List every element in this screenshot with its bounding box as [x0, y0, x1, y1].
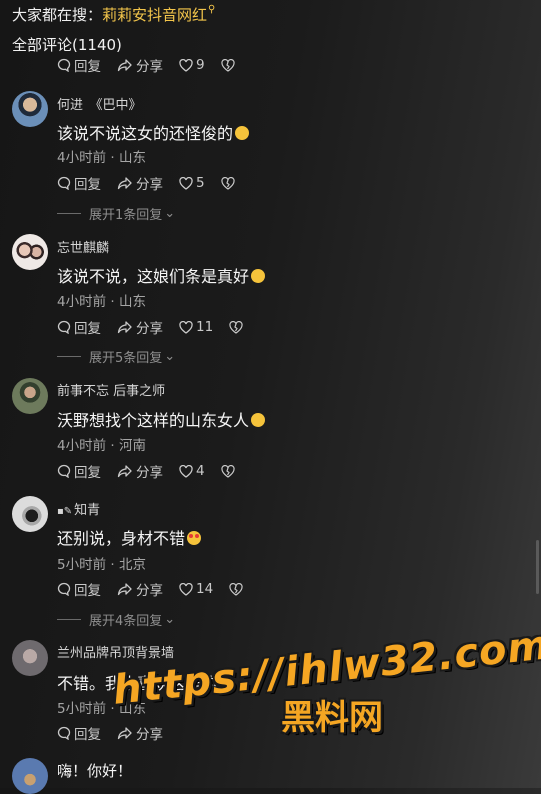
like-button[interactable]: 11	[179, 319, 213, 335]
expand-replies-button[interactable]: 展开1条回复 ⌄	[57, 204, 175, 223]
broken-heart-icon	[220, 464, 235, 478]
comment-text: 该说不说，这娘们条是真好	[57, 263, 266, 287]
like-button[interactable]: 9	[179, 57, 205, 73]
comment-author[interactable]: ▪✎ 知青	[57, 499, 100, 518]
comment-meta: 4小时前 · 山东	[57, 294, 146, 310]
comment-text: 还别说，身材不错	[57, 525, 202, 549]
avatar[interactable]	[12, 91, 48, 127]
watermark: https://ihlw32.com 黑料网	[111, 622, 541, 739]
heart-icon	[179, 582, 193, 596]
share-button[interactable]: 分享	[117, 461, 163, 481]
comment-actions: 回复 分享 11	[57, 316, 246, 338]
reply-button[interactable]: 回复	[57, 173, 101, 193]
dislike-button[interactable]	[220, 176, 238, 190]
share-icon	[117, 321, 132, 334]
heart-icon	[179, 464, 193, 478]
expand-replies-button[interactable]: 展开4条回复 ⌄	[57, 610, 175, 629]
comment-text: 该说不说这女的还怪俊的	[57, 120, 250, 144]
heart-icon	[179, 320, 193, 334]
reply-icon	[57, 176, 71, 190]
comment-actions: 回复 分享 5	[57, 172, 238, 194]
reply-icon	[57, 464, 71, 478]
comment-actions: 回复 分享 4	[57, 460, 238, 482]
comment-text: 嗨！你好！	[57, 762, 133, 780]
avatar[interactable]	[12, 496, 48, 532]
comment-author[interactable]: 前事不忘 后事之师	[57, 380, 165, 399]
dislike-button[interactable]	[220, 464, 238, 478]
share-button[interactable]: 分享	[117, 579, 163, 599]
chevron-down-icon: ⌄	[164, 349, 176, 364]
like-button[interactable]: 5	[179, 175, 205, 191]
laughing-emoji-icon	[251, 269, 266, 283]
share-icon	[117, 59, 132, 72]
comment-count: 全部评论(1140)	[12, 36, 122, 54]
search-icon: ⚲	[208, 4, 216, 15]
divider	[57, 356, 81, 357]
avatar[interactable]	[12, 378, 48, 414]
dislike-button[interactable]	[229, 582, 246, 596]
chevron-down-icon: ⌄	[164, 612, 176, 627]
heart-icon	[179, 176, 193, 190]
share-icon	[117, 177, 132, 190]
reply-button[interactable]: 回复	[57, 55, 101, 75]
comment-meta: 4小时前 · 河南	[57, 438, 146, 454]
like-button[interactable]: 4	[179, 463, 205, 479]
reply-button[interactable]: 回复	[57, 723, 101, 743]
like-button[interactable]: 14	[179, 581, 213, 597]
divider	[57, 213, 81, 214]
reply-button[interactable]: 回复	[57, 461, 101, 481]
share-button[interactable]: 分享	[117, 173, 163, 193]
reply-button[interactable]: 回复	[57, 579, 101, 599]
share-button[interactable]: 分享	[117, 317, 163, 337]
dislike-button[interactable]	[220, 58, 238, 72]
comment-actions: 回复 分享 9	[57, 54, 238, 76]
share-icon	[117, 583, 132, 596]
avatar[interactable]	[12, 758, 48, 794]
comment-meta: 5小时前 · 北京	[57, 557, 146, 573]
share-icon	[117, 465, 132, 478]
share-button[interactable]: 分享	[117, 55, 163, 75]
avatar[interactable]	[12, 234, 48, 270]
divider	[57, 619, 81, 620]
broken-heart-icon	[220, 58, 235, 72]
avatar[interactable]	[12, 640, 48, 676]
comment-author[interactable]: 何进 《巴中》	[57, 94, 142, 113]
search-prefix: 大家都在搜：	[12, 6, 103, 24]
comment-author[interactable]: 忘世麒麟	[57, 237, 109, 256]
heart-eyes-emoji-icon	[187, 531, 202, 545]
chevron-down-icon: ⌄	[164, 206, 176, 221]
dislike-button[interactable]	[229, 320, 246, 334]
reply-icon	[57, 582, 71, 596]
comment-text: 沃野想找个这样的山东女人	[57, 407, 266, 431]
scrollbar[interactable]	[536, 540, 539, 594]
search-suggestion[interactable]: 大家都在搜：莉莉安抖音网红⚲	[12, 4, 215, 25]
grin-emoji-icon	[251, 413, 266, 427]
laughing-emoji-icon	[235, 126, 250, 140]
broken-heart-icon	[229, 320, 243, 334]
heart-icon	[179, 58, 193, 72]
reply-button[interactable]: 回复	[57, 317, 101, 337]
broken-heart-icon	[220, 176, 235, 190]
comment-actions: 回复 分享 14	[57, 578, 246, 600]
badge-icon: ▪✎	[57, 506, 73, 517]
broken-heart-icon	[229, 582, 243, 596]
reply-icon	[57, 58, 71, 72]
expand-replies-button[interactable]: 展开5条回复 ⌄	[57, 347, 175, 366]
reply-icon	[57, 726, 71, 740]
comment-meta: 4小时前 · 山东	[57, 150, 146, 166]
reply-icon	[57, 320, 71, 334]
search-keyword[interactable]: 莉莉安抖音网红	[102, 6, 207, 24]
